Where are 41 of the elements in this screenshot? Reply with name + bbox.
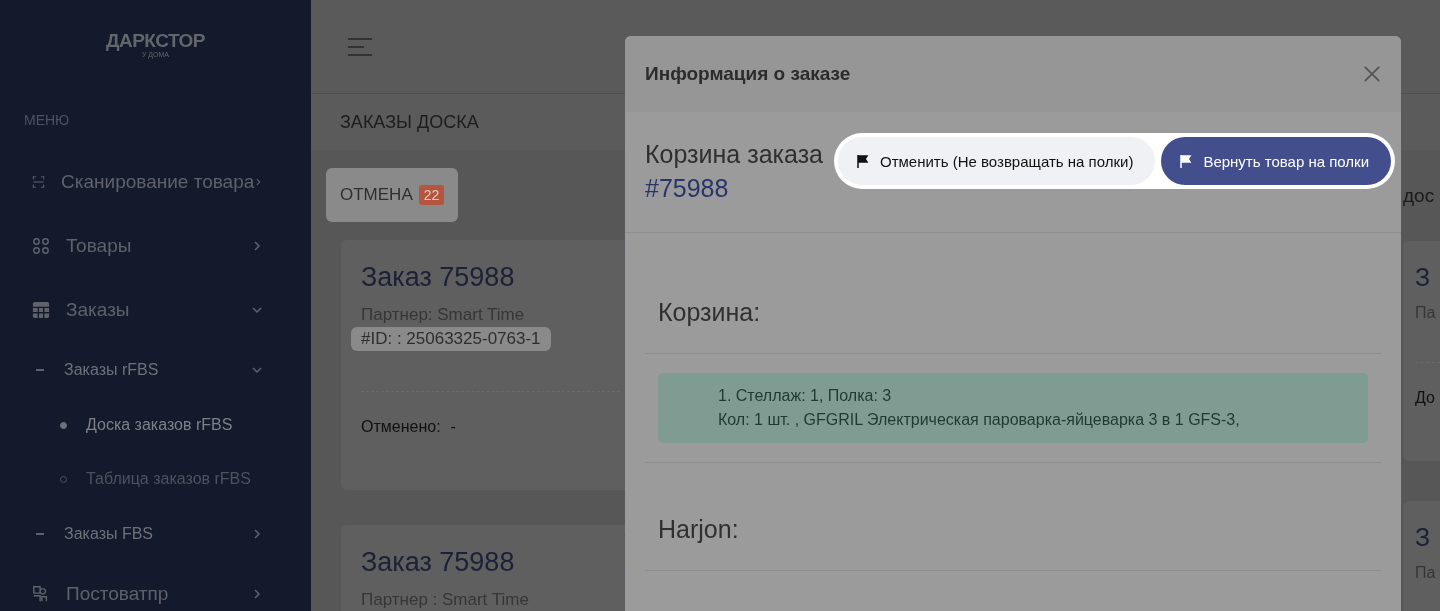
dash-icon bbox=[36, 533, 44, 535]
action-button[interactable]: Вернуть товар на полки bbox=[1161, 137, 1392, 185]
cancelled-label: Отменено: bbox=[361, 418, 441, 436]
order-id: #ID: : 25063325-0763-1 bbox=[351, 327, 551, 351]
basket-item-text: Кол: 1 шт. , GFGRIL Электрическая пароварка-яйцеварка 3 в 1 GFS-3, bbox=[718, 411, 1241, 429]
basket-heading: Корзина заказа bbox=[645, 139, 823, 170]
footer-label: До bbox=[1415, 389, 1435, 406]
submenu-item[interactable]: Таблица заказов rFBS bbox=[86, 470, 251, 488]
submenu-item[interactable]: Заказы rFBS bbox=[64, 361, 251, 379]
section-title: Корзина: bbox=[658, 298, 761, 327]
order-title: Заказ 75988 bbox=[361, 262, 515, 293]
person-box-icon bbox=[32, 585, 50, 603]
menu-item[interactable]: Постоватпр bbox=[66, 583, 251, 605]
flag-icon bbox=[856, 154, 870, 168]
dash-icon bbox=[36, 369, 44, 371]
section-title: Нarjon: bbox=[658, 515, 739, 544]
flag-icon bbox=[1179, 154, 1194, 168]
order-title: З bbox=[1415, 263, 1432, 292]
basket-item-text: 1. Стеллаж: 1, Полка: 3 bbox=[718, 387, 893, 405]
order-title: Заказ 75988 bbox=[361, 547, 515, 578]
column-title: дос bbox=[1403, 185, 1436, 208]
order-number: #75988 bbox=[645, 173, 729, 204]
menu-icon[interactable] bbox=[347, 36, 373, 57]
cancelled-value: - bbox=[450, 418, 456, 436]
menu-item[interactable]: Товары bbox=[66, 235, 251, 257]
count-badge: 22 bbox=[418, 185, 445, 205]
page-title: ЗАКАЗЫ ДОСКА bbox=[340, 111, 479, 133]
scan-icon bbox=[32, 173, 45, 191]
submenu-item[interactable]: Доска заказов rFBS bbox=[86, 416, 233, 434]
column-tab[interactable]: ОТМЕНА 22 bbox=[326, 168, 459, 222]
action-button[interactable]: Отменить (Не возвращать на полки) bbox=[838, 137, 1156, 185]
submenu-item[interactable]: Заказы FBS bbox=[64, 525, 251, 543]
logo-text: ДАРКСТОР bbox=[105, 31, 206, 51]
menu-item[interactable]: Заказы bbox=[66, 299, 251, 321]
menu-label: МЕНЮ bbox=[24, 112, 71, 130]
menu-item[interactable]: Сканирование товара bbox=[61, 171, 255, 193]
close-icon[interactable] bbox=[1363, 65, 1381, 83]
circles-grid-icon bbox=[32, 237, 50, 255]
order-title: З bbox=[1415, 523, 1432, 552]
modal-title: Информация о заказе bbox=[645, 63, 851, 85]
table-icon bbox=[32, 301, 50, 319]
